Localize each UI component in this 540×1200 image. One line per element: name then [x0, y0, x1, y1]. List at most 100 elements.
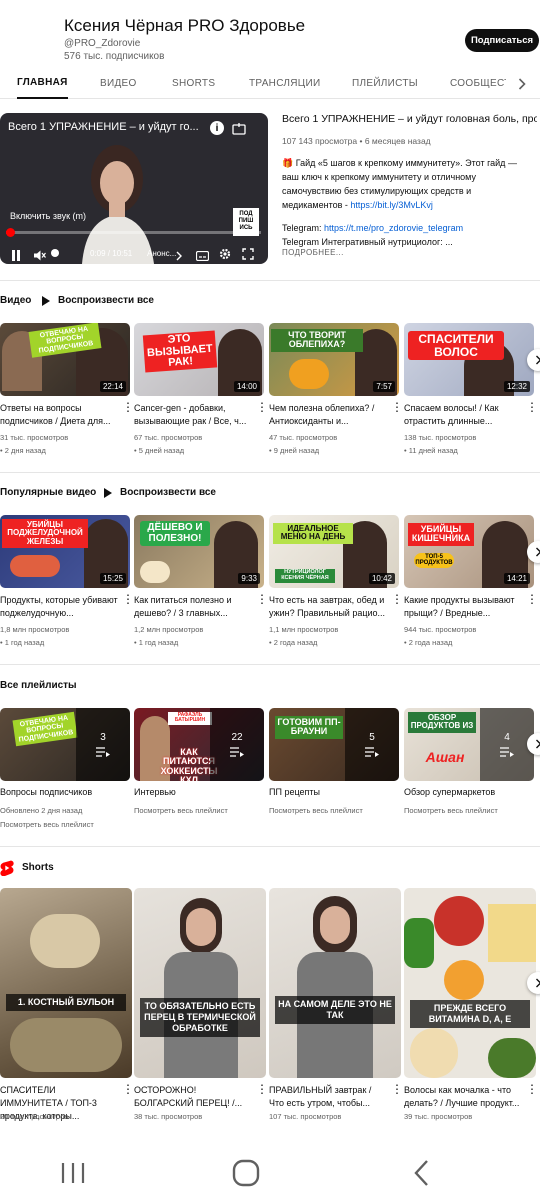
playlist-thumbnail[interactable]: ОБЗОР ПРОДУКТОВ ИЗ Ашан 4 [404, 708, 534, 781]
video-thumbnail[interactable]: СПАСИТЕЛИ ВОЛОС 12:32 [404, 323, 534, 396]
video-title[interactable]: Cancer-gen - добавки, вызывающие рак / В… [134, 402, 252, 428]
short-title[interactable]: ОСТОРОЖНО! БОЛГАРСКИЙ ПЕРЕЦ! /... [134, 1084, 252, 1110]
more-vert-icon[interactable]: ⋮ [122, 1083, 134, 1098]
description-link[interactable]: https://bit.ly/3MvLKvj [350, 200, 433, 210]
tab-playlists[interactable]: ПЛЕЙЛИСТЫ [352, 68, 418, 99]
short-caption: НА САМОМ ДЕЛЕ ЭТО НЕ ТАК [275, 996, 395, 1024]
playlist-thumbnail[interactable]: ГОТОВИМ ПП-БРАУНИ 5 [269, 708, 399, 781]
pause-icon[interactable] [11, 248, 21, 264]
more-vert-icon[interactable]: ⋮ [122, 593, 134, 608]
video-thumbnail[interactable]: ОТВЕЧАЮ НА ВОПРОСЫ ПОДПИСЧИКОВ 22:14 [0, 323, 130, 396]
unmute-label[interactable]: Включить звук (m) [10, 211, 86, 221]
short-thumbnail[interactable]: 1. КОСТНЫЙ БУЛЬОН [0, 888, 132, 1078]
video-title[interactable]: Ответы на вопросы подписчиков / Диета дл… [0, 402, 118, 428]
playlist-count: 5 [369, 732, 375, 743]
more-vert-icon[interactable]: ⋮ [526, 1083, 538, 1098]
more-vert-icon[interactable]: ⋮ [526, 593, 538, 608]
playlist-icon [230, 747, 244, 757]
thumbnail-caption: УБИЙЦЫ КИШЕЧНИКА [408, 523, 474, 546]
video-thumbnail[interactable]: ЧТО ТВОРИТ ОБЛЕПИХА? 7:57 [269, 323, 399, 396]
playlist-icon [96, 747, 110, 757]
short-title[interactable]: ПРАВИЛЬНЫЙ завтрак / Что есть утром, что… [269, 1084, 387, 1110]
volume-muted-icon[interactable] [34, 248, 46, 264]
playlist-title[interactable]: Вопросы подписчиков [0, 787, 128, 797]
progress-scrubber[interactable] [5, 228, 15, 237]
short-caption: ПРЕЖДЕ ВСЕГО ВИТАМИНА D, A, E [410, 1000, 530, 1028]
duration-badge: 12:32 [503, 381, 530, 392]
more-vert-icon[interactable]: ⋮ [391, 593, 403, 608]
playlist-title[interactable]: Интервью [134, 787, 262, 797]
player-progress-bar[interactable] [6, 231, 261, 234]
view-full-playlist-link[interactable]: Посмотреть весь плейлист [0, 820, 94, 829]
tab-community[interactable]: СООБЩЕСТВО [450, 68, 506, 99]
chevron-right-icon[interactable] [176, 248, 182, 264]
video-date: • 9 дней назад [269, 446, 320, 455]
featured-video-player[interactable]: Всего 1 УПРАЖНЕНИЕ – и уйдут го... i Вкл… [0, 113, 268, 264]
playlist-icon [365, 747, 379, 757]
system-navigation-bar [0, 1140, 540, 1200]
subscribe-button[interactable]: Подписаться [465, 29, 539, 52]
channel-header: Ксения Чёрная PRO Здоровье @PRO_Zdorovie… [0, 0, 540, 68]
section-title-playlists[interactable]: Все плейлисты [0, 680, 77, 691]
section-title-popular[interactable]: Популярные видео [0, 487, 96, 498]
featured-title[interactable]: Всего 1 УПРАЖНЕНИЕ – и уйдут головная бо… [282, 113, 537, 125]
playlist-count-overlay: 3 [76, 708, 130, 781]
short-thumbnail[interactable]: ПРЕЖДЕ ВСЕГО ВИТАМИНА D, A, E [404, 888, 536, 1078]
tab-home[interactable]: ГЛАВНАЯ [17, 68, 68, 99]
short-caption: ТО ОБЯЗАТЕЛЬНО ЕСТЬ ПЕРЕЦ В ТЕРМИЧЕСКОЙ … [140, 998, 260, 1037]
video-title[interactable]: Что есть на завтрак, обед и ужин? Правил… [269, 594, 387, 620]
back-icon[interactable] [406, 1158, 436, 1188]
tab-videos[interactable]: ВИДЕО [100, 68, 137, 99]
play-all-videos-button[interactable]: Воспроизвести все [42, 295, 154, 306]
settings-gear-icon[interactable] [219, 247, 231, 264]
video-title[interactable]: Какие продукты вызывают прыщи? / Вредные… [404, 594, 522, 620]
duration-badge: 9:33 [238, 573, 260, 584]
recent-apps-icon[interactable] [58, 1158, 88, 1188]
video-thumbnail[interactable]: ИДЕАЛЬНОЕ МЕНЮ НА ДЕНЬ НУТРИЦИОЛОГ КСЕНИ… [269, 515, 399, 588]
video-title[interactable]: Спасаем волосы! / Как отрастить длинные.… [404, 402, 522, 428]
video-title[interactable]: Чем полезна облепиха? / Антиоксиданты и.… [269, 402, 387, 428]
view-full-playlist-link[interactable]: Посмотреть весь плейлист [404, 806, 498, 815]
volume-slider[interactable] [51, 249, 59, 257]
video-views: 944 тыс. просмотров [404, 625, 477, 634]
chevron-right-icon[interactable] [512, 75, 532, 93]
video-date-text: 1 год назад [4, 638, 45, 647]
playlist-add-icon[interactable] [232, 122, 248, 140]
playlist-title[interactable]: Обзор супермаркетов [404, 787, 532, 797]
telegram-link[interactable]: https://t.me/pro_zdorovie_telegram [324, 223, 463, 233]
more-vert-icon[interactable]: ⋮ [391, 1083, 403, 1098]
play-all-popular-button[interactable]: Воспроизвести все [104, 487, 216, 498]
playlist-thumbnail[interactable]: ОТВЕЧАЮ НА ВОПРОСЫ ПОДПИСЧИКОВ 3 [0, 708, 130, 781]
info-icon[interactable]: i [210, 121, 224, 135]
view-full-playlist-link[interactable]: Посмотреть весь плейлист [269, 806, 363, 815]
section-title-videos[interactable]: Видео [0, 295, 31, 306]
fullscreen-icon[interactable] [242, 247, 254, 264]
show-more-link[interactable]: ПОДРОБНЕЕ... [282, 248, 344, 257]
playlist-count-overlay: 4 [480, 708, 534, 781]
video-thumbnail[interactable]: ДЁШЕВО И ПОЛЕЗНО! 9:33 [134, 515, 264, 588]
short-title[interactable]: Волосы как мочалка - что делать? / Лучши… [404, 1084, 522, 1110]
short-thumbnail[interactable]: ТО ОБЯЗАТЕЛЬНО ЕСТЬ ПЕРЕЦ В ТЕРМИЧЕСКОЙ … [134, 888, 266, 1078]
tab-streams[interactable]: ТРАНСЛЯЦИИ [249, 68, 320, 99]
video-title[interactable]: Продукты, которые убивают поджелудочную.… [0, 594, 118, 620]
tab-shorts[interactable]: SHORTS [172, 68, 215, 99]
video-thumbnail[interactable]: УБИЙЦЫ КИШЕЧНИКА ТОП-5 ПРОДУКТОВ 14:21 [404, 515, 534, 588]
section-title-shorts[interactable]: Shorts [22, 862, 54, 873]
time-display: 0:09 / 10:51 [90, 249, 133, 258]
video-title[interactable]: Как питаться полезно и дешево? / 3 главн… [134, 594, 252, 620]
video-thumbnail[interactable]: УБИЙЦЫ ПОДЖЕЛУДОЧНОЙ ЖЕЛЕЗЫ 15:25 [0, 515, 130, 588]
more-vert-icon[interactable]: ⋮ [256, 593, 268, 608]
more-vert-icon[interactable]: ⋮ [391, 401, 403, 416]
view-full-playlist-link[interactable]: Посмотреть весь плейлист [134, 806, 228, 815]
more-vert-icon[interactable]: ⋮ [122, 401, 134, 416]
home-icon[interactable] [231, 1158, 261, 1188]
playlist-thumbnail[interactable]: РАФАЭЛЬ БАТЫРШИН КАК ПИТАЮТСЯ ХОККЕИСТЫ … [134, 708, 264, 781]
more-vert-icon[interactable]: ⋮ [526, 401, 538, 416]
playlist-title[interactable]: ПП рецепты [269, 787, 397, 797]
short-thumbnail[interactable]: НА САМОМ ДЕЛЕ ЭТО НЕ ТАК [269, 888, 401, 1078]
play-icon [104, 487, 112, 498]
more-vert-icon[interactable]: ⋮ [256, 401, 268, 416]
more-vert-icon[interactable]: ⋮ [256, 1083, 268, 1098]
video-thumbnail[interactable]: ЭТО ВЫЗЫВАЕТ РАК! 14:00 [134, 323, 264, 396]
captions-icon[interactable] [195, 248, 210, 264]
